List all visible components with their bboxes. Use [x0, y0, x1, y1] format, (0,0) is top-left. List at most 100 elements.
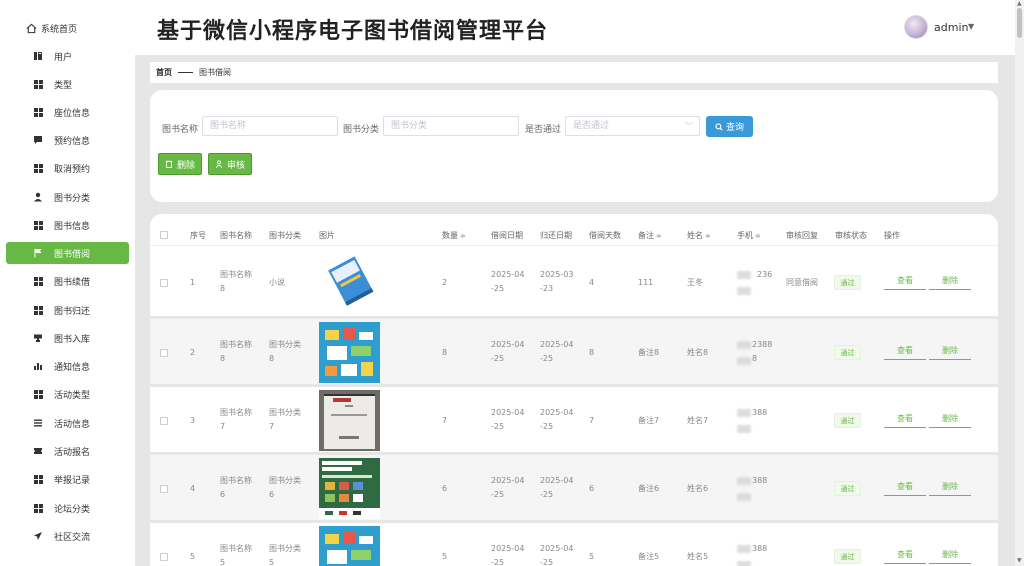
sidebar-item-forum-categories[interactable]: 论坛分类	[6, 497, 129, 519]
view-button[interactable]: 查看	[884, 342, 926, 360]
sidebar-item-activity-types[interactable]: 活动类型	[6, 383, 129, 405]
view-button[interactable]: 查看	[884, 272, 926, 290]
book-cover-image[interactable]	[319, 458, 380, 519]
table-header: 序号 图书名称 图书分类 图片 数量 ≑ 借阅日期 归还日期 借阅天数 备注 ≑ 姓…	[150, 224, 998, 246]
user-name[interactable]: admin	[934, 21, 968, 34]
phone-mask	[737, 493, 751, 501]
approved-select[interactable]	[565, 116, 700, 136]
col-phone-label: 手机	[737, 231, 753, 240]
col-quantity[interactable]: 数量 ≑	[442, 230, 466, 241]
chevron-down-icon[interactable]: ▼	[968, 22, 974, 31]
cell-quantity: 7	[442, 416, 448, 425]
grid-icon	[30, 79, 46, 89]
cell-quantity: 6	[442, 484, 448, 493]
row-checkbox[interactable]	[160, 417, 168, 425]
sort-icon[interactable]: ≑	[460, 232, 466, 240]
book-cover-image[interactable]	[319, 526, 380, 566]
view-button[interactable]: 查看	[884, 478, 926, 496]
sidebar-item-reports[interactable]: 举报记录	[6, 468, 129, 490]
breadcrumb-home[interactable]: 首页	[156, 67, 172, 78]
sort-icon[interactable]: ≑	[705, 232, 711, 240]
delete-button[interactable]: 删除	[929, 546, 971, 564]
phone-mask	[737, 357, 751, 365]
table-row[interactable]: 1 图书名称8 小说 2 2025-04-25 2025-03-23 4 111…	[150, 249, 998, 315]
book-cover-image[interactable]	[319, 322, 380, 383]
flag-icon	[30, 248, 46, 258]
book-cover-image[interactable]	[319, 252, 380, 313]
cell-return-date: 2025-04-25	[540, 476, 574, 499]
sidebar-item-types[interactable]: 类型	[6, 73, 129, 95]
cell-category: 图书分类8	[269, 340, 301, 363]
sidebar-item-book-borrow[interactable]: 图书借阅	[6, 242, 129, 264]
sidebar-item-activity-signup[interactable]: 活动报名	[6, 440, 129, 462]
sidebar-item-seats[interactable]: 座位信息	[6, 101, 129, 123]
sidebar-item-label: 图书归还	[54, 306, 91, 317]
cell-phone-2: 8	[752, 354, 758, 363]
sidebar-item-home[interactable]: 系统首页	[6, 17, 129, 39]
scroll-up-icon[interactable]: ▲	[1017, 0, 1022, 7]
cell-category: 图书分类6	[269, 476, 301, 499]
sidebar-item-community[interactable]: 社区交流	[6, 525, 129, 547]
sidebar-item-book-info[interactable]: 图书信息	[6, 214, 129, 236]
row-checkbox[interactable]	[160, 279, 168, 287]
sort-icon[interactable]: ≑	[656, 232, 662, 240]
select-all-checkbox[interactable]	[160, 231, 168, 239]
person-icon	[30, 192, 46, 202]
sidebar-item-book-categories[interactable]: 图书分类	[6, 186, 129, 208]
sidebar-item-label: 预约信息	[54, 136, 91, 147]
col-name[interactable]: 姓名 ≑	[687, 230, 711, 241]
delete-button[interactable]: 删除	[929, 410, 971, 428]
cell-return-date: 2025-04-25	[540, 408, 574, 431]
view-button[interactable]: 查看	[884, 546, 926, 564]
grid-icon	[30, 220, 46, 230]
col-actions: 操作	[884, 231, 900, 240]
row-checkbox[interactable]	[160, 553, 168, 561]
sidebar-item-activity-info[interactable]: 活动信息	[6, 412, 129, 434]
row-checkbox[interactable]	[160, 349, 168, 357]
book-icon	[30, 51, 46, 61]
cell-name: 王冬	[687, 278, 703, 287]
sidebar-item-cancel-reservation[interactable]: 取消预约	[6, 157, 129, 179]
scroll-thumb[interactable]	[1017, 8, 1022, 38]
sidebar-item-reservations[interactable]: 预约信息	[6, 129, 129, 151]
col-phone[interactable]: 手机 ≑	[737, 230, 761, 241]
book-name-input[interactable]	[202, 116, 338, 136]
page-scrollbar[interactable]: ▲ ▼	[1015, 0, 1024, 566]
sort-icon[interactable]: ≑	[755, 232, 761, 240]
query-button[interactable]: 查询	[706, 116, 753, 137]
table-row[interactable]: 4 图书名称6 图书分类6 6 2025-04-25 2025-04-25 6 …	[150, 452, 998, 520]
search-panel: 图书名称 图书分类 是否通过 ﹀ 查询 删除 审核	[150, 90, 998, 202]
sidebar-item-label: 取消预约	[54, 164, 91, 175]
col-remark[interactable]: 备注 ≑	[638, 230, 662, 241]
sidebar-item-label: 系统首页	[41, 24, 78, 35]
cell-name: 姓名5	[687, 552, 709, 561]
cell-borrow-days: 8	[589, 348, 595, 357]
chevron-down-icon[interactable]: ﹀	[685, 121, 693, 132]
sidebar-item-notices[interactable]: 通知信息	[6, 355, 129, 377]
scroll-down-icon[interactable]: ▼	[1017, 557, 1022, 564]
batch-delete-button[interactable]: 删除	[158, 153, 202, 175]
cell-borrow-date: 2025-04-25	[491, 544, 525, 566]
sidebar-item-book-renew[interactable]: 图书续借	[6, 270, 129, 292]
table-row[interactable]: 2 图书名称8 图书分类8 8 2025-04-25 2025-04-25 8 …	[150, 316, 998, 384]
review-button[interactable]: 审核	[208, 153, 252, 175]
delete-button[interactable]: 删除	[929, 272, 971, 290]
query-button-label: 查询	[725, 123, 744, 133]
table-row[interactable]: 5 图书名称5 图书分类5 5 2025-04-25 2025-04-25 5 …	[150, 520, 998, 566]
delete-button[interactable]: 删除	[929, 342, 971, 360]
cell-phone: 388	[752, 544, 768, 553]
review-icon	[215, 160, 223, 168]
sidebar-item-book-return[interactable]: 图书归还	[6, 299, 129, 321]
sidebar-item-label: 活动信息	[54, 419, 91, 430]
cell-index: 1	[190, 278, 196, 287]
table-row[interactable]: 3 图书名称7 图书分类7 7 2025-04-25 2025-04-25 7 …	[150, 384, 998, 452]
avatar[interactable]	[904, 15, 928, 39]
book-cover-image[interactable]	[319, 390, 380, 451]
row-checkbox[interactable]	[160, 485, 168, 493]
view-button[interactable]: 查看	[884, 410, 926, 428]
cell-phone: 2388	[752, 340, 773, 349]
delete-button[interactable]: 删除	[929, 478, 971, 496]
sidebar-item-users[interactable]: 用户	[6, 45, 129, 67]
category-input[interactable]	[383, 116, 519, 136]
sidebar-item-book-stock-in[interactable]: 图书入库	[6, 327, 129, 349]
